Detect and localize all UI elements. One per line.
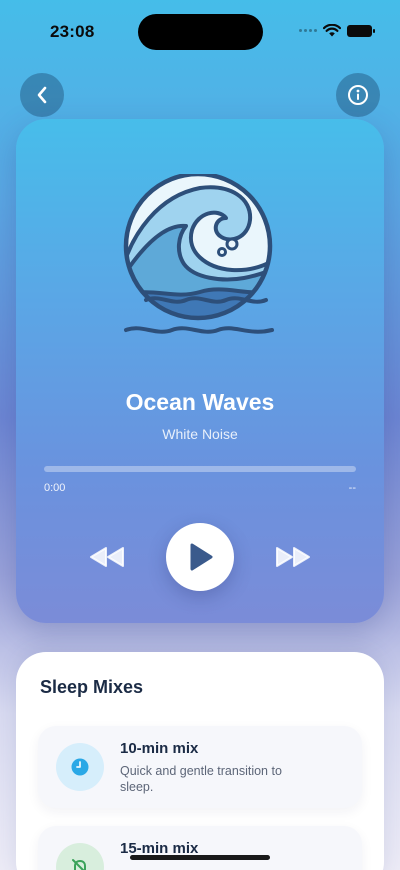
clock-icon bbox=[71, 758, 89, 776]
wifi-icon bbox=[323, 24, 341, 37]
battery-icon bbox=[347, 24, 375, 37]
play-icon bbox=[190, 543, 213, 571]
section-title: Sleep Mixes bbox=[40, 677, 144, 697]
track-subtitle: White Noise bbox=[162, 426, 238, 442]
sleep-mixes-panel: Sleep Mixes 10-min mix Quick and gentle … bbox=[16, 652, 384, 870]
track-title: Ocean Waves bbox=[125, 389, 275, 415]
status-bar: 23:08 bbox=[0, 0, 400, 54]
fast-forward-icon bbox=[276, 547, 310, 567]
elapsed-time: 0:00 bbox=[44, 482, 66, 494]
bell-off-icon bbox=[72, 859, 86, 870]
ocean-wave-icon bbox=[123, 174, 274, 334]
mix-icon-badge bbox=[56, 743, 104, 791]
mix-icon-badge bbox=[56, 843, 104, 870]
play-button[interactable] bbox=[166, 523, 234, 591]
mix-name: 10-min mix bbox=[120, 740, 199, 757]
home-indicator bbox=[130, 855, 270, 860]
mix-description: Quick and gentle transition to sleep. bbox=[120, 764, 282, 794]
mix-card[interactable]: 10-min mix Quick and gentle transition t… bbox=[38, 726, 362, 808]
info-button[interactable] bbox=[336, 73, 380, 117]
status-time: 23:08 bbox=[50, 22, 95, 41]
mix-card[interactable]: 15-min mix bbox=[38, 826, 362, 870]
chevron-left-icon bbox=[37, 86, 47, 104]
rewind-icon bbox=[90, 547, 124, 567]
total-time: -- bbox=[348, 482, 356, 494]
player-card: Ocean Waves White Noise 0:00 -- bbox=[16, 119, 384, 623]
back-button[interactable] bbox=[20, 73, 64, 117]
info-icon bbox=[348, 85, 368, 105]
fast-forward-button[interactable] bbox=[272, 541, 314, 573]
status-icons bbox=[299, 24, 375, 37]
progress-bar[interactable] bbox=[44, 466, 356, 472]
rewind-button[interactable] bbox=[86, 541, 128, 573]
dynamic-island bbox=[138, 14, 263, 50]
cellular-signal-icon bbox=[299, 29, 317, 32]
